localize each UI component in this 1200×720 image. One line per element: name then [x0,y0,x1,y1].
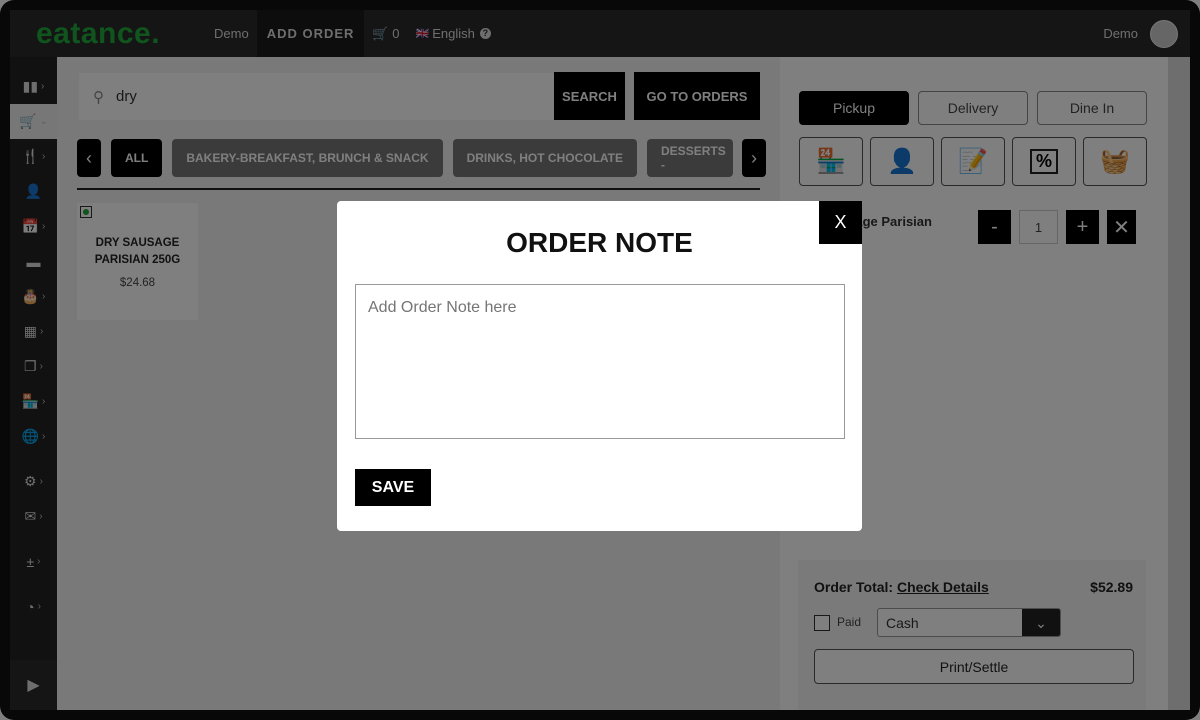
modal-title: ORDER NOTE [506,227,693,258]
order-note-textarea[interactable] [355,284,845,439]
order-note-modal: ORDER NOTE X SAVE [337,201,862,531]
close-modal-button[interactable]: X [819,201,862,244]
save-button[interactable]: SAVE [355,469,431,506]
